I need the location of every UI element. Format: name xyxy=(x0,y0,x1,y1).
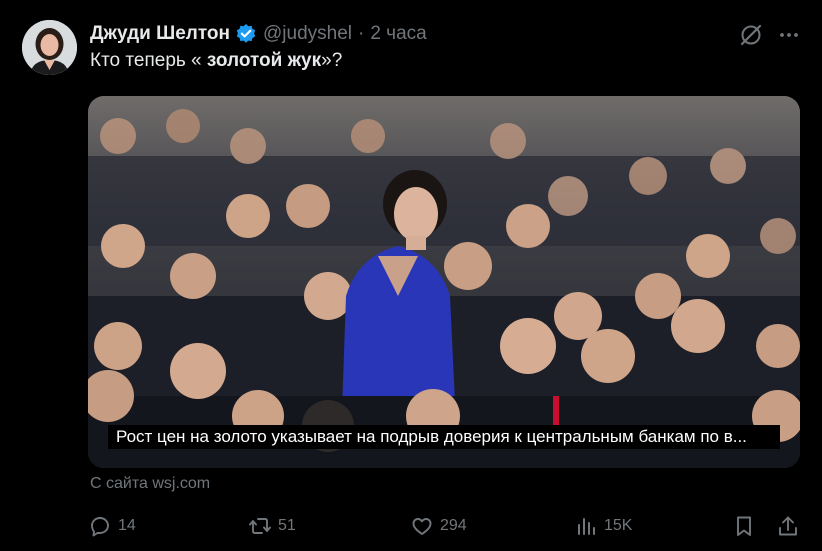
media-caption[interactable]: Рост цен на золото указывает на подрыв д… xyxy=(108,425,780,449)
tweet-text-bold: золотой жук xyxy=(206,50,322,71)
views-count: 15K xyxy=(604,517,633,534)
separator-dot: · xyxy=(358,23,365,44)
repost-icon xyxy=(249,518,271,534)
like-button[interactable]: 294 xyxy=(410,512,467,540)
tweet: Джуди Шелтон @judyshel · 2 часа Кто тепе… xyxy=(0,0,822,551)
like-count: 294 xyxy=(440,517,467,534)
media-card-image[interactable] xyxy=(88,96,800,468)
reply-icon xyxy=(91,517,109,537)
share-button[interactable] xyxy=(776,512,806,540)
views-button[interactable]: 15K xyxy=(574,512,632,540)
card-source[interactable]: С сайта wsj.com xyxy=(90,475,210,493)
author-handle[interactable]: @judyshel xyxy=(263,23,352,45)
author-avatar[interactable] xyxy=(22,20,77,75)
tweet-text-end: »? xyxy=(321,50,343,71)
reply-button[interactable]: 14 xyxy=(88,512,136,540)
reply-count: 14 xyxy=(118,517,136,534)
timestamp[interactable]: 2 часа xyxy=(370,23,426,45)
repost-count: 51 xyxy=(278,517,296,534)
heart-icon xyxy=(412,518,432,535)
bookmark-button[interactable] xyxy=(732,512,762,540)
tweet-text: Кто теперь « золотой жук»? xyxy=(90,50,342,72)
tweet-header: Джуди Шелтон @judyshel · 2 часа xyxy=(90,22,427,46)
verified-badge-icon xyxy=(235,23,257,45)
more-icon[interactable] xyxy=(776,22,802,48)
bookmark-icon xyxy=(737,516,751,536)
share-icon xyxy=(779,516,797,536)
tweet-text-start: Кто теперь « xyxy=(90,50,207,71)
grok-icon[interactable] xyxy=(738,22,764,48)
action-bar: 14 51 294 15K xyxy=(88,512,804,540)
author-name[interactable]: Джуди Шелтон xyxy=(90,23,230,45)
views-icon xyxy=(578,518,595,535)
repost-button[interactable]: 51 xyxy=(248,512,296,540)
